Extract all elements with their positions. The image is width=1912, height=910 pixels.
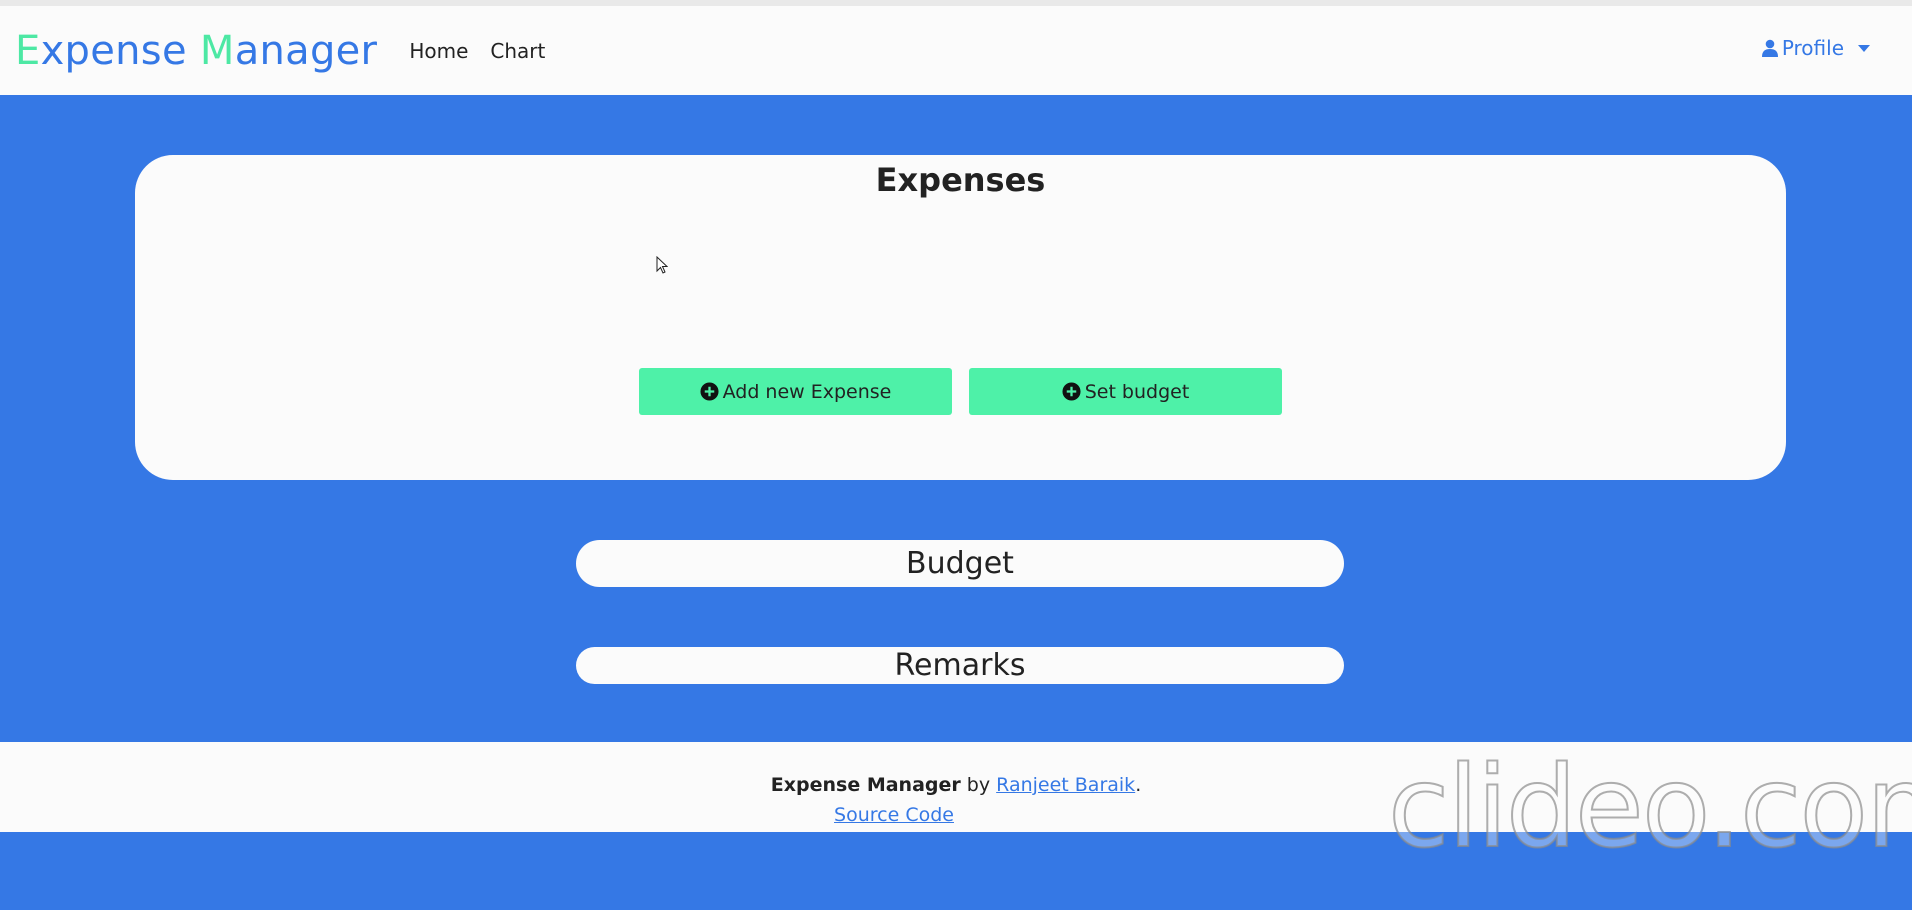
budget-title: Budget: [906, 546, 1014, 581]
budget-section: Budget: [576, 540, 1344, 587]
source-code-link[interactable]: Source Code: [834, 804, 954, 826]
expenses-card: Expenses Add new Expense Set budget: [135, 155, 1786, 480]
profile-dropdown[interactable]: Profile: [1761, 36, 1870, 60]
remarks-title: Remarks: [894, 648, 1026, 683]
mouse-cursor-icon: [656, 256, 668, 274]
plus-circle-icon: [700, 382, 719, 401]
nav-home-link[interactable]: Home: [409, 39, 468, 63]
brand-text-1: xpense: [40, 27, 200, 74]
footer-period: .: [1135, 774, 1142, 796]
brand-letter-m: M: [199, 27, 235, 74]
add-expense-button[interactable]: Add new Expense: [639, 368, 952, 415]
brand-text-2: anager: [234, 27, 378, 74]
footer-by-text: by: [960, 774, 997, 796]
chevron-down-icon: [1858, 44, 1870, 52]
author-link[interactable]: Ranjeet Baraik: [996, 774, 1135, 796]
profile-label: Profile: [1781, 36, 1844, 60]
remarks-section: Remarks: [576, 647, 1344, 684]
plus-circle-icon: [1062, 382, 1081, 401]
brand-letter-e: E: [15, 27, 41, 74]
set-budget-button[interactable]: Set budget: [969, 368, 1282, 415]
user-icon: [1761, 39, 1778, 57]
add-expense-label: Add new Expense: [722, 380, 892, 403]
clideo-watermark: clideo.com: [1387, 743, 1912, 873]
expenses-title: Expenses: [875, 161, 1046, 199]
footer-app-name: Expense Manager: [770, 774, 961, 796]
nav-chart-link[interactable]: Chart: [490, 39, 545, 63]
set-budget-label: Set budget: [1084, 380, 1190, 403]
navbar: Expense Manager Home Chart Profile: [0, 0, 1912, 95]
brand-logo[interactable]: Expense Manager: [15, 28, 377, 74]
